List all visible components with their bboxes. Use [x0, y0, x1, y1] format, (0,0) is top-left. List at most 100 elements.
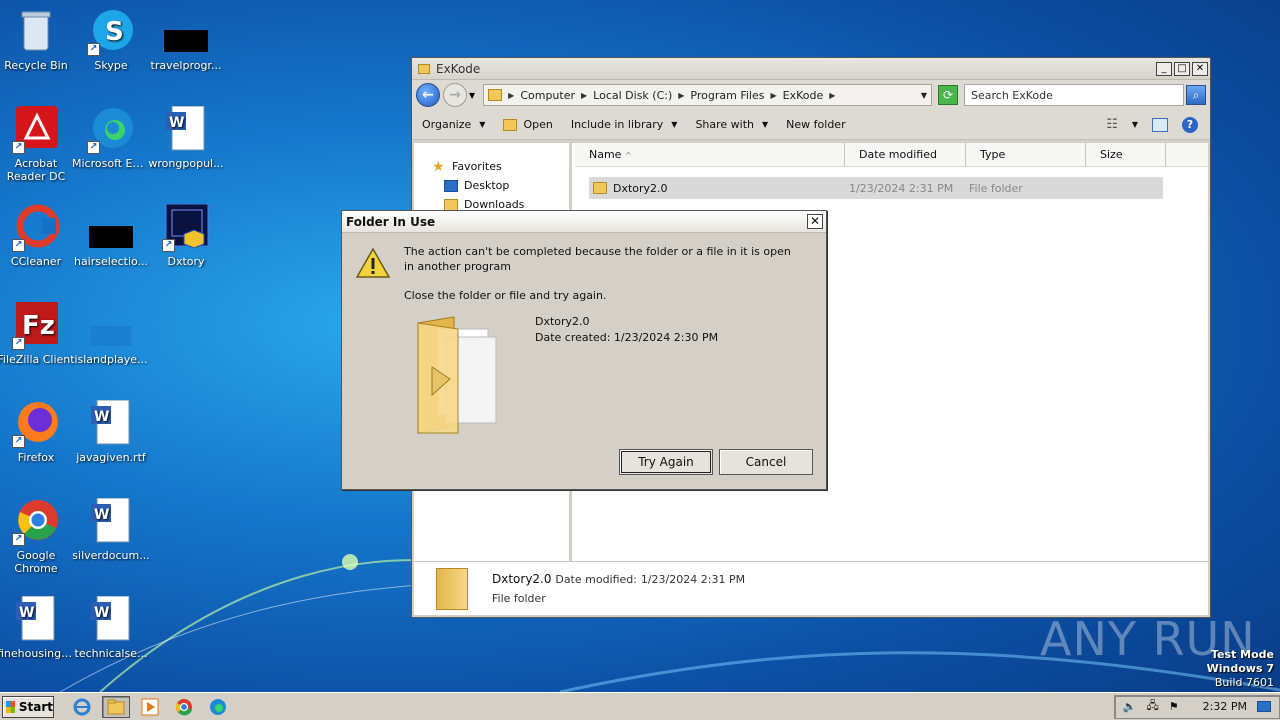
- desktop-icon-hairselectio[interactable]: hairselectio...: [72, 204, 150, 268]
- table-row[interactable]: Dxtory2.0 1/23/2024 2:31 PM File folder: [589, 177, 1163, 199]
- svg-text:W: W: [94, 409, 109, 425]
- star-icon: ★: [432, 158, 445, 175]
- share-with-menu[interactable]: Share with ▼: [695, 118, 768, 131]
- breadcrumb-exkode[interactable]: ExKode: [783, 89, 824, 102]
- details-name: Dxtory2.0: [492, 572, 552, 586]
- system-tray: 🔈 🖧 ⚑ 2:32 PM: [1113, 694, 1280, 719]
- start-button[interactable]: Start: [2, 695, 54, 718]
- action-center-flag-icon[interactable]: ⚑: [1169, 700, 1179, 713]
- command-bar: Organize ▼ Open Include in library ▼ Share…: [412, 110, 1210, 140]
- edge-icon[interactable]: [204, 696, 232, 718]
- view-dropdown-icon[interactable]: ▼: [1132, 120, 1138, 129]
- close-icon[interactable]: ✕: [807, 214, 823, 229]
- maximize-button[interactable]: □: [1174, 61, 1190, 76]
- back-button[interactable]: ←: [416, 83, 440, 107]
- downloads-icon: [444, 198, 458, 211]
- desktop-icon-islandplaye[interactable]: islandplaye...: [72, 302, 150, 366]
- breadcrumb-computer[interactable]: Computer: [520, 89, 575, 102]
- search-input[interactable]: Search ExKode: [964, 84, 1184, 106]
- desktop-icon-wrongpopul[interactable]: W wrongpopul...: [147, 105, 225, 170]
- include-in-library-menu[interactable]: Include in library ▼: [571, 118, 678, 131]
- taskbar: Start 🔈 🖧 ⚑ 2:32 PM: [0, 692, 1280, 720]
- chevron-right-icon[interactable]: ▶: [581, 91, 587, 100]
- chevron-right-icon[interactable]: ▶: [770, 91, 776, 100]
- minimize-button[interactable]: _: [1156, 61, 1172, 76]
- address-bar[interactable]: ▶ Computer ▶ Local Disk (C:) ▶ Program F…: [483, 84, 932, 106]
- chevron-right-icon[interactable]: ▶: [829, 91, 835, 100]
- desktop-icon-ccleaner[interactable]: ↗ CCleaner: [0, 204, 75, 268]
- svg-text:Fz: Fz: [22, 311, 55, 341]
- breadcrumb-local-disk[interactable]: Local Disk (C:): [593, 89, 672, 102]
- desktop-icon-technicalse[interactable]: W technicalse...: [72, 595, 150, 660]
- try-again-button[interactable]: Try Again: [619, 449, 713, 475]
- clock[interactable]: 2:32 PM: [1203, 700, 1247, 713]
- column-size[interactable]: Size: [1086, 143, 1166, 166]
- svg-text:W: W: [94, 605, 109, 621]
- file-explorer-icon[interactable]: [102, 695, 130, 718]
- folder-icon: [593, 182, 607, 194]
- desktop-icon-filezilla[interactable]: Fz ↗ FileZilla Client: [0, 302, 75, 366]
- search-icon[interactable]: ⌕: [1186, 85, 1206, 105]
- desktop-icon-acrobat[interactable]: ↗ Acrobat Reader DC: [0, 106, 75, 183]
- help-icon[interactable]: ?: [1182, 116, 1198, 133]
- show-desktop-icon[interactable]: [1257, 701, 1271, 712]
- column-headers: Name ^ Date modified Type Size: [575, 143, 1208, 167]
- svg-text:W: W: [94, 507, 109, 523]
- dialog-titlebar[interactable]: Folder In Use ✕: [342, 211, 826, 233]
- warning-icon: [356, 247, 390, 278]
- details-pane: Dxtory2.0 Date modified: 1/23/2024 2:31 …: [414, 561, 1208, 615]
- breadcrumb-program-files[interactable]: Program Files: [690, 89, 764, 102]
- folder-in-use-dialog: Folder In Use ✕ The action can't be comp…: [341, 210, 827, 490]
- desktop-icon-silverdocum[interactable]: W silverdocum...: [72, 497, 150, 562]
- desktop-icon-travelprogr[interactable]: travelprogr...: [147, 8, 225, 72]
- details-type: File folder: [492, 592, 546, 605]
- ccleaner-icon: ↗: [12, 204, 60, 252]
- cancel-button[interactable]: Cancel: [719, 449, 813, 475]
- desktop-icon-edge[interactable]: ↗ Microsoft Edge: [72, 106, 150, 170]
- view-options-icon[interactable]: ☷: [1106, 117, 1118, 132]
- folder-icon: [488, 89, 503, 101]
- window-title: ExKode: [436, 61, 481, 76]
- nav-item-desktop[interactable]: Desktop: [414, 176, 569, 195]
- column-date-modified[interactable]: Date modified: [845, 143, 966, 166]
- nav-item-favorites[interactable]: ★ Favorites: [414, 157, 569, 176]
- chrome-icon[interactable]: [170, 696, 198, 718]
- forward-button[interactable]: →: [443, 83, 467, 107]
- media-player-icon[interactable]: [136, 696, 164, 718]
- chevron-down-icon: ▼: [671, 120, 678, 129]
- volume-icon[interactable]: 🔈: [1123, 700, 1137, 713]
- desktop-icon-skype[interactable]: S ↗ Skype: [72, 8, 150, 72]
- column-name[interactable]: Name ^: [575, 143, 845, 166]
- column-type[interactable]: Type: [966, 143, 1086, 166]
- windows-logo-icon: [6, 700, 15, 713]
- svg-text:W: W: [169, 115, 184, 131]
- dialog-title: Folder In Use: [346, 214, 436, 229]
- address-dropdown-icon[interactable]: ▼: [921, 91, 927, 100]
- recent-pages-chevron-icon[interactable]: ▼: [469, 91, 475, 100]
- new-folder-button[interactable]: New folder: [786, 118, 845, 131]
- close-button[interactable]: ✕: [1192, 61, 1208, 76]
- desktop-icon-finehousing[interactable]: W finehousing.rtf: [0, 595, 75, 660]
- desktop-icon-recycle-bin[interactable]: Recycle Bin: [0, 8, 75, 72]
- dialog-message: The action can't be completed because th…: [404, 245, 791, 273]
- open-button[interactable]: Open: [503, 118, 553, 131]
- chevron-right-icon[interactable]: ▶: [508, 91, 514, 100]
- preview-pane-icon[interactable]: [1152, 117, 1168, 132]
- chevron-down-icon: ▼: [762, 120, 769, 129]
- desktop-icon-dxtory[interactable]: ↗ Dxtory: [147, 203, 225, 268]
- refresh-button[interactable]: ⟳: [938, 85, 958, 105]
- desktop-icon-firefox[interactable]: ↗ Firefox: [0, 400, 75, 464]
- chevron-right-icon[interactable]: ▶: [678, 91, 684, 100]
- svg-text:W: W: [19, 605, 34, 621]
- address-bar-row: ← → ▼ ▶ Computer ▶ Local Disk (C:) ▶ Pro…: [412, 80, 1210, 110]
- desktop-icon-chrome[interactable]: ↗ Google Chrome: [0, 498, 75, 575]
- desktop-icon-javagiven[interactable]: W javagiven.rtf: [72, 399, 150, 464]
- explorer-titlebar[interactable]: ExKode _ □ ✕: [412, 58, 1210, 80]
- chevron-down-icon: ▼: [479, 120, 486, 129]
- network-icon[interactable]: 🖧: [1147, 697, 1159, 716]
- recycle-bin-icon: [12, 8, 60, 56]
- internet-explorer-icon[interactable]: [68, 696, 96, 718]
- dialog-item-name: Dxtory2.0: [535, 315, 590, 328]
- chrome-icon: ↗: [12, 498, 60, 546]
- organize-menu[interactable]: Organize ▼: [422, 118, 485, 131]
